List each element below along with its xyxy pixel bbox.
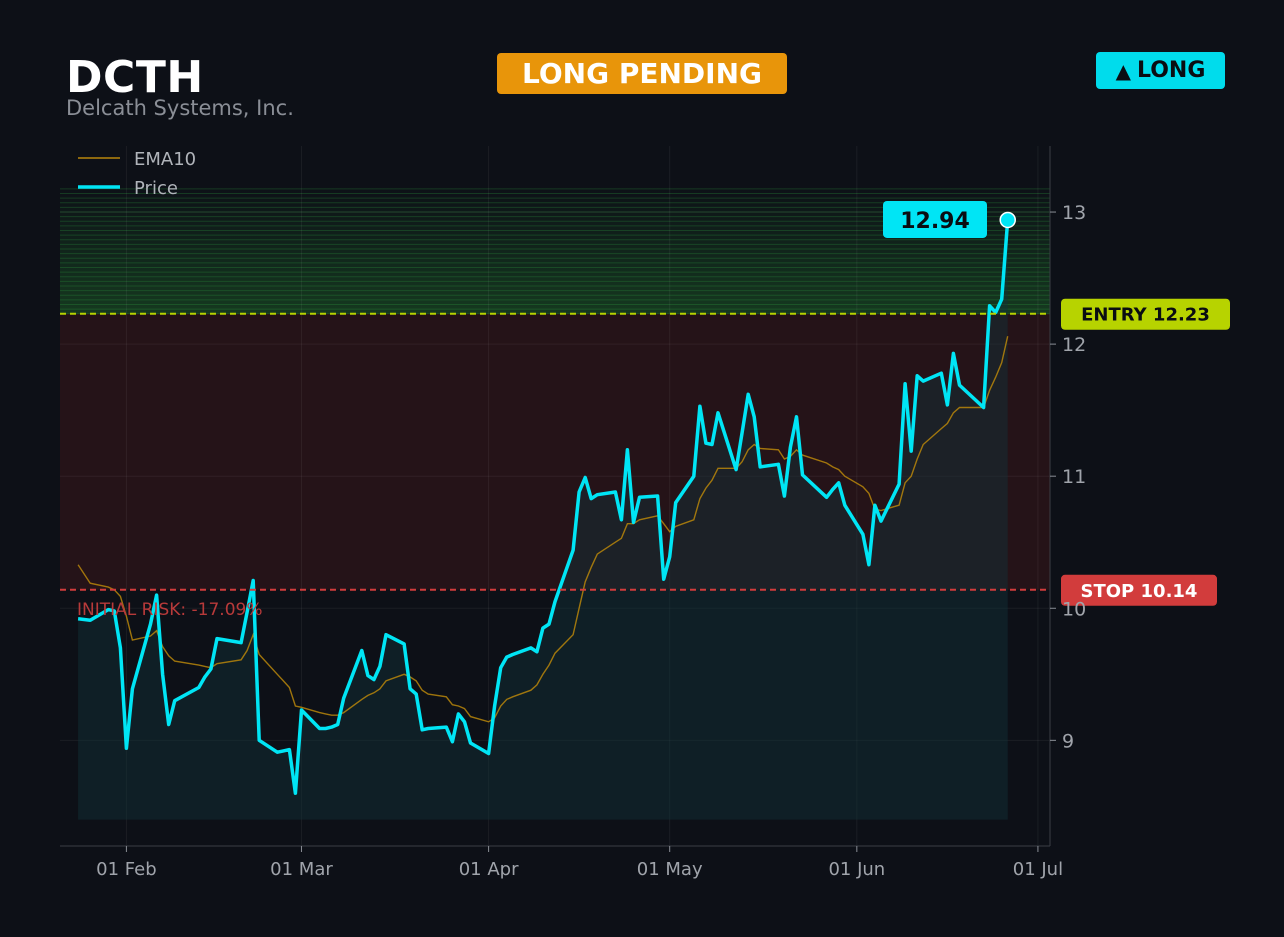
legend-price-label: Price — [134, 178, 178, 199]
stop-label: STOP 10.14 — [1081, 581, 1198, 602]
y-tick-label: 9 — [1062, 730, 1074, 752]
y-tick-label: 13 — [1062, 202, 1086, 224]
x-tick-label: 01 Apr — [459, 859, 519, 880]
y-tick-label: 11 — [1062, 466, 1086, 488]
entry-label: ENTRY 12.23 — [1081, 305, 1210, 326]
legend-ema10-label: EMA10 — [134, 149, 196, 170]
y-tick-label: 12 — [1062, 334, 1086, 356]
price-chart: ENTRY 12.23 STOP 10.14 INITIAL RISK: -17.0… — [60, 146, 1230, 880]
x-tick-label: 01 May — [637, 859, 703, 880]
last-price-label: 12.94 — [900, 209, 970, 234]
x-tick-label: 01 Feb — [96, 859, 157, 880]
x-tick-label: 01 Jun — [828, 859, 885, 880]
x-tick-label: 01 Mar — [270, 859, 333, 880]
initial-risk-label: INITIAL RISK: -17.09% — [77, 600, 263, 620]
last-price-dot — [999, 211, 1016, 229]
x-tick-label: 01 Jul — [1013, 859, 1063, 880]
y-tick-label: 10 — [1062, 598, 1086, 620]
